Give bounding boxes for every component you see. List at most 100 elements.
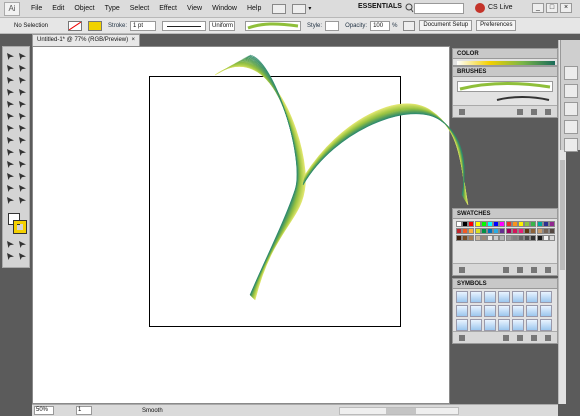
swatch[interactable] bbox=[499, 228, 506, 234]
type-tool-icon[interactable] bbox=[17, 75, 28, 86]
mesh-tool-icon[interactable] bbox=[5, 159, 16, 170]
swatch[interactable] bbox=[542, 221, 549, 227]
menu-object[interactable]: Object bbox=[69, 5, 99, 12]
symbol-item[interactable] bbox=[512, 291, 524, 303]
symbol-item[interactable] bbox=[456, 291, 468, 303]
symbol-item[interactable] bbox=[470, 319, 482, 331]
symbol-item[interactable] bbox=[498, 305, 510, 317]
swatch[interactable] bbox=[511, 221, 518, 227]
paintbrush-tool-icon[interactable] bbox=[5, 99, 16, 110]
arrange-documents-icon[interactable] bbox=[292, 3, 307, 14]
symbol-item[interactable] bbox=[470, 291, 482, 303]
symbol-item[interactable] bbox=[484, 291, 496, 303]
gradient-tool-icon[interactable] bbox=[17, 159, 28, 170]
zoom-level-field[interactable]: 50% bbox=[34, 406, 54, 415]
workspace-switcher[interactable]: ESSENTIALS bbox=[358, 3, 402, 10]
cs-live-button[interactable]: CS Live bbox=[488, 4, 513, 11]
swatch[interactable] bbox=[530, 235, 537, 241]
symbol-item[interactable] bbox=[498, 319, 510, 331]
slice-tool-icon[interactable] bbox=[17, 195, 28, 206]
swatch[interactable] bbox=[474, 221, 481, 227]
selection-tool-icon[interactable] bbox=[5, 51, 16, 62]
scrollbar-thumb[interactable] bbox=[385, 407, 416, 414]
menu-effect[interactable]: Effect bbox=[154, 5, 182, 12]
shape-builder-tool-icon[interactable] bbox=[5, 147, 16, 158]
pen-tool-icon[interactable] bbox=[5, 75, 16, 86]
symbol-sprayer-tool-icon[interactable] bbox=[5, 183, 16, 194]
perspective-grid-tool-icon[interactable] bbox=[17, 147, 28, 158]
symbol-item[interactable] bbox=[470, 305, 482, 317]
symbol-item[interactable] bbox=[498, 291, 510, 303]
blend-tool-icon[interactable] bbox=[17, 171, 28, 182]
swatch[interactable] bbox=[468, 235, 475, 241]
document-setup-button[interactable]: Document Setup bbox=[419, 20, 473, 31]
swatch[interactable] bbox=[499, 235, 506, 241]
draw-normal-icon[interactable] bbox=[5, 251, 16, 262]
symbols-panel-title[interactable]: SYMBOLS bbox=[453, 279, 557, 289]
symbol-item[interactable] bbox=[526, 291, 538, 303]
document-tab[interactable]: Untitled-1* @ 77% (RGB/Preview) × bbox=[32, 34, 140, 46]
rectangle-tool-icon[interactable] bbox=[17, 87, 28, 98]
symbol-item[interactable] bbox=[540, 319, 552, 331]
options-icon[interactable] bbox=[531, 109, 537, 115]
line-tool-icon[interactable] bbox=[5, 87, 16, 98]
menu-type[interactable]: Type bbox=[100, 5, 125, 12]
chevron-down-icon[interactable]: ▾ bbox=[308, 5, 314, 13]
search-input[interactable] bbox=[414, 3, 464, 14]
swatch[interactable] bbox=[456, 221, 462, 227]
delete-brush-icon[interactable] bbox=[545, 109, 551, 115]
close-tab-icon[interactable]: × bbox=[131, 35, 135, 46]
new-swatch-icon[interactable] bbox=[531, 267, 537, 273]
place-symbol-icon[interactable] bbox=[503, 335, 509, 341]
fill-color-swatch[interactable] bbox=[68, 20, 83, 31]
close-button[interactable]: × bbox=[560, 3, 572, 13]
swatch[interactable] bbox=[524, 228, 531, 234]
swatch[interactable] bbox=[518, 235, 524, 241]
menu-help[interactable]: Help bbox=[242, 5, 266, 12]
swatch[interactable] bbox=[474, 228, 481, 234]
eyedropper-tool-icon[interactable] bbox=[5, 171, 16, 182]
swatch[interactable] bbox=[493, 221, 500, 227]
free-transform-tool-icon[interactable] bbox=[17, 135, 28, 146]
swatch[interactable] bbox=[530, 228, 537, 234]
rotate-tool-icon[interactable] bbox=[5, 123, 16, 134]
symbol-item[interactable] bbox=[526, 319, 538, 331]
new-color-group-icon[interactable] bbox=[503, 267, 509, 273]
opacity-field[interactable]: 100 bbox=[370, 20, 391, 31]
stroke-swatch[interactable] bbox=[14, 221, 26, 233]
menu-window[interactable]: Window bbox=[207, 5, 242, 12]
width-tool-icon[interactable] bbox=[5, 135, 16, 146]
swatch[interactable] bbox=[487, 221, 493, 227]
swatches-panel-title[interactable]: SWATCHES bbox=[453, 209, 557, 219]
maximize-button[interactable]: □ bbox=[546, 3, 558, 13]
swatch[interactable] bbox=[456, 228, 462, 234]
brush-libraries-icon[interactable] bbox=[459, 109, 465, 115]
minimize-button[interactable]: _ bbox=[532, 3, 544, 13]
symbol-item[interactable] bbox=[540, 291, 552, 303]
lasso-tool-icon[interactable] bbox=[17, 63, 28, 74]
symbol-item[interactable] bbox=[512, 319, 524, 331]
symbol-item[interactable] bbox=[540, 305, 552, 317]
menu-view[interactable]: View bbox=[182, 5, 207, 12]
symbol-item[interactable] bbox=[484, 319, 496, 331]
break-link-icon[interactable] bbox=[517, 335, 523, 341]
artboard[interactable] bbox=[149, 76, 401, 327]
swatch[interactable] bbox=[505, 235, 512, 241]
swatch[interactable] bbox=[511, 228, 518, 234]
swatch[interactable] bbox=[518, 228, 524, 234]
swatch[interactable] bbox=[487, 235, 493, 241]
swatch[interactable] bbox=[524, 235, 531, 241]
cs-live-icon[interactable] bbox=[475, 3, 485, 13]
swatch[interactable] bbox=[549, 221, 555, 227]
symbol-item[interactable] bbox=[512, 305, 524, 317]
swatch[interactable] bbox=[480, 221, 487, 227]
stroke-color-swatch[interactable] bbox=[88, 20, 103, 31]
swatch[interactable] bbox=[480, 228, 487, 234]
swatch[interactable] bbox=[493, 228, 500, 234]
delete-symbol-icon[interactable] bbox=[545, 335, 551, 341]
menu-edit[interactable]: Edit bbox=[47, 5, 69, 12]
scrollbar-thumb[interactable] bbox=[560, 160, 565, 270]
new-brush-icon[interactable] bbox=[517, 109, 523, 115]
bridge-icon[interactable] bbox=[272, 3, 287, 14]
status-text[interactable]: Smooth bbox=[142, 408, 163, 414]
